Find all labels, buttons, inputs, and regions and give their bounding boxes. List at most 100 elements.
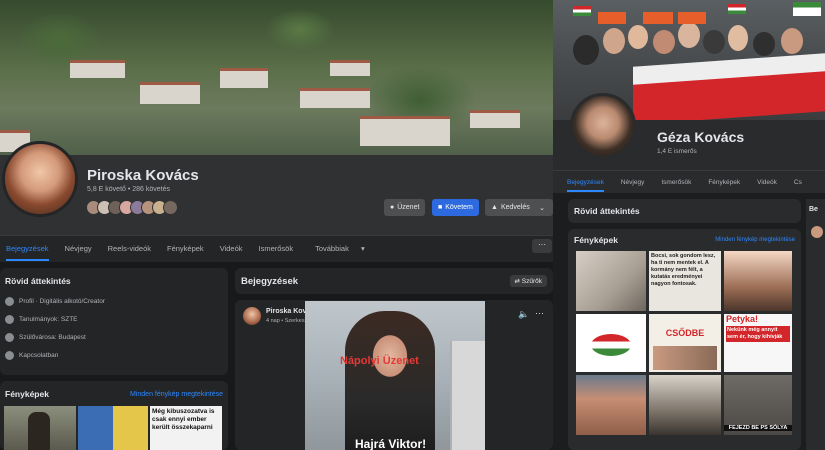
tab-friends[interactable]: Ismerősök: [661, 179, 691, 186]
location-pin-icon: [5, 332, 14, 342]
post-author-avatar[interactable]: [243, 307, 261, 325]
tab-about[interactable]: Névjegy: [621, 179, 644, 186]
message-button[interactable]: ● Üzenet: [384, 199, 426, 216]
filter-icon: ⇄: [514, 278, 520, 285]
like-button-label: Kedvelés: [500, 204, 530, 211]
intro-row: Profil · Digitális alkotó/Creator: [5, 292, 223, 310]
photo-caption: FEJEZD BE PS SÓLYA: [724, 425, 792, 431]
post-video[interactable]: [305, 301, 485, 450]
profile-header: [0, 155, 553, 235]
intro-row: Kapcsolatban: [5, 346, 223, 364]
cover-person: [653, 30, 675, 54]
intro-title: Rövid áttekintés: [574, 206, 640, 216]
tab-friends[interactable]: Ismerősök: [258, 244, 293, 253]
cover-person: [628, 25, 648, 49]
cover-person: [573, 35, 599, 65]
cover-house: [140, 82, 200, 104]
avatar[interactable]: [570, 93, 636, 159]
cover-person: [703, 30, 725, 54]
cover-sign: [598, 12, 626, 24]
hungarian-flag: [728, 4, 746, 14]
intro-row: Szülővárosa: Budapest: [5, 328, 223, 346]
cover-person: [603, 28, 625, 54]
cover-photo: [0, 0, 553, 155]
posts-header-card: Bejegyzések ⇄ Szűrők: [235, 268, 553, 294]
filters-button[interactable]: ⇄ Szűrők: [509, 275, 547, 287]
tab-photos[interactable]: Fényképek: [167, 244, 204, 253]
photo-thumbnail[interactable]: [78, 406, 148, 450]
profile-followers[interactable]: 5,8 E követő • 286 követés: [87, 186, 170, 193]
left-profile-window: Piroska Kovács 5,8 E követő • 286 követé…: [0, 0, 553, 450]
cover-person: [781, 28, 803, 54]
intro-row-text: Szülővárosa: Budapest: [19, 333, 86, 341]
tab-posts[interactable]: Bejegyzések: [6, 236, 49, 261]
intro-row-text: Tanulmányok: SZTE: [19, 315, 78, 323]
photo-thumbnail[interactable]: [576, 375, 646, 435]
side-column: Be: [806, 199, 825, 450]
photo-caption: Nekünk még annyit sem ér, hogy kihívják: [726, 326, 790, 342]
tab-about[interactable]: Névjegy: [65, 244, 92, 253]
heart-icon: [5, 350, 14, 360]
messenger-icon: ●: [390, 204, 395, 211]
tab-posts[interactable]: Bejegyzések: [567, 173, 604, 192]
cover-house: [470, 110, 520, 128]
more-options-button[interactable]: ⌄: [531, 199, 553, 216]
hungarian-flag: [793, 2, 821, 16]
info-icon: [5, 296, 14, 306]
follow-button-label: Követem: [445, 204, 473, 211]
side-avatar[interactable]: [811, 226, 823, 238]
photo-thumbnail[interactable]: [4, 406, 76, 450]
photo-thumbnail[interactable]: Bocsi, sok gondom lesz, ha ti nem mentek…: [649, 251, 721, 311]
see-all-photos-link[interactable]: Minden fénykép megtekintése: [715, 237, 795, 243]
avatar[interactable]: [2, 141, 78, 217]
intro-card: Rövid áttekintés: [568, 199, 801, 223]
photos-title: Fényképek: [5, 389, 49, 399]
thumbs-up-icon: ▲: [491, 204, 498, 211]
tab-more[interactable]: Továbbiak ▾: [309, 244, 365, 253]
cover-person: [753, 32, 775, 56]
profile-name: Piroska Kovács: [87, 167, 199, 184]
flag-heart-graphic: [591, 334, 631, 356]
cover-house: [330, 60, 370, 76]
intro-card: Rövid áttekintés Profil · Digitális alko…: [0, 268, 228, 375]
photo-thumbnail[interactable]: [649, 375, 721, 435]
profile-friends-count[interactable]: 1,4 E ismerős: [657, 148, 697, 155]
cover-house: [70, 60, 125, 78]
tab-reels[interactable]: Reels-videók: [108, 244, 151, 253]
friend-avatar[interactable]: [163, 200, 178, 215]
tab-photos[interactable]: Fényképek: [708, 179, 740, 186]
chevron-down-icon: ⌄: [539, 204, 545, 212]
message-button-label: Üzenet: [397, 204, 420, 211]
cover-person: [728, 25, 748, 51]
posts-title: Bejegyzések: [241, 275, 299, 287]
photo-thumbnail[interactable]: CSŐDBE: [649, 314, 721, 372]
intro-row-text: Profil · Digitális alkotó/Creator: [19, 297, 105, 305]
cover-house: [360, 116, 450, 146]
photo-thumbnail[interactable]: [576, 314, 646, 372]
photo-caption: Petyka!: [726, 314, 759, 324]
profile-tabs: Bejegyzések Névjegy Reels-videók Fénykép…: [0, 235, 553, 261]
intro-row: Tanulmányok: SZTE: [5, 310, 223, 328]
tab-more[interactable]: Cs: [794, 179, 802, 186]
photos-title: Fényképek: [574, 235, 618, 245]
photo-thumbnail[interactable]: [724, 251, 792, 311]
follow-button[interactable]: ■ Követem: [432, 199, 479, 216]
graduation-cap-icon: [5, 314, 14, 324]
see-all-photos-link[interactable]: Minden fénykép megtekintése: [130, 391, 223, 398]
post-options-icon[interactable]: ···: [535, 308, 544, 318]
tab-videos[interactable]: Videók: [220, 244, 243, 253]
photo-thumbnail[interactable]: [576, 251, 646, 311]
photo-caption: CSŐDBE: [665, 328, 705, 338]
tabs-more-dots-button[interactable]: ···: [532, 239, 552, 253]
tab-videos[interactable]: Videók: [757, 179, 777, 186]
photo-thumbnail[interactable]: Még kibuszozatva is csak ennyi ember ker…: [150, 406, 222, 450]
filters-label: Szűrők: [521, 278, 542, 285]
like-button[interactable]: ▲ Kedvelés: [485, 199, 536, 216]
intro-title: Rövid áttekintés: [5, 276, 71, 286]
mute-icon[interactable]: 🔈: [518, 309, 529, 320]
photo-thumbnail[interactable]: Petyka! Nekünk még annyit sem ér, hogy k…: [724, 314, 792, 372]
cover-sign: [643, 12, 673, 24]
video-person: [345, 311, 435, 450]
friends-avatars[interactable]: [86, 200, 178, 216]
photo-thumbnail[interactable]: FEJEZD BE PS SÓLYA: [724, 375, 792, 435]
